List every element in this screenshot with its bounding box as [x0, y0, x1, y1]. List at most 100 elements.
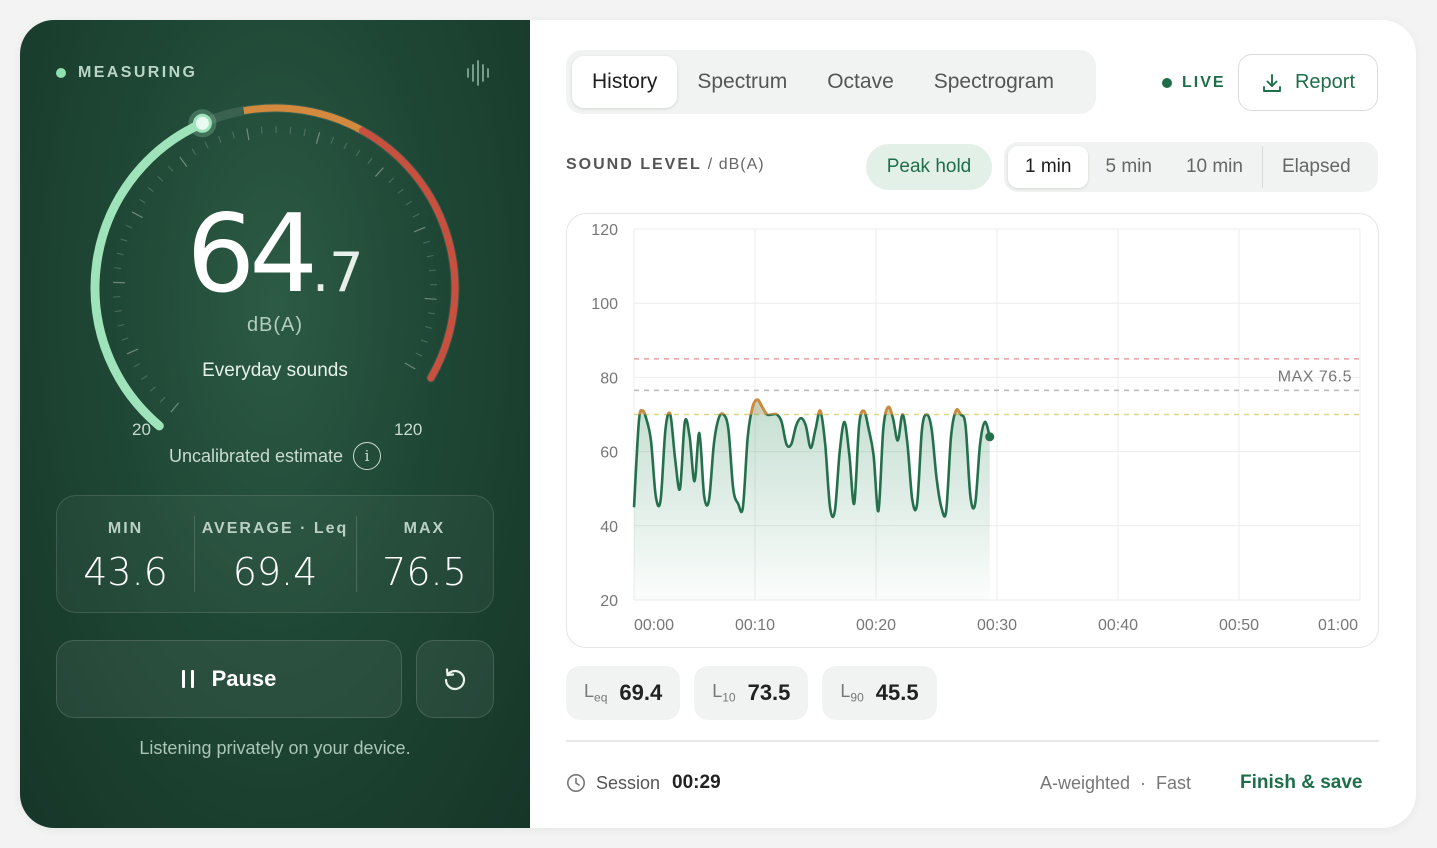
gauge-tick [157, 175, 164, 182]
chip-l90-key: L90 [840, 681, 864, 705]
gauge-tick [231, 131, 235, 139]
pause-button[interactable]: Pause [56, 640, 402, 718]
download-icon [1263, 73, 1281, 92]
reading-integer: 64 [186, 192, 318, 317]
chip-l90-value: 45.5 [875, 680, 919, 705]
range-10-min[interactable]: 10 min [1169, 146, 1260, 188]
gauge-tick [415, 352, 423, 357]
report-button[interactable]: Report [1238, 54, 1378, 111]
gauge-tick [191, 148, 197, 156]
sound-level-label: SOUND LEVEL [566, 156, 702, 173]
current-point [985, 432, 995, 442]
report-label: Report [1294, 71, 1356, 93]
chip-l10-value: 73.5 [747, 680, 791, 705]
y-tick-label: 120 [591, 222, 618, 239]
weighting-mode: A-weighted · Fast [1040, 773, 1192, 793]
gauge-tick [343, 142, 348, 150]
tab-octave[interactable]: Octave [807, 56, 914, 108]
gauge-tick [149, 386, 156, 392]
live-indicator: LIVE [1162, 74, 1226, 92]
x-tick-label: 00:10 [735, 617, 775, 634]
y-tick-label: 40 [600, 519, 618, 536]
chip-leq-value: 69.4 [619, 680, 663, 705]
gauge-tick [260, 126, 263, 134]
stat-max: MAX 76.5 [355, 496, 493, 612]
x-tick-label: 00:50 [1219, 617, 1259, 634]
tab-spectrogram[interactable]: Spectrogram [914, 56, 1074, 108]
tab-spectrum[interactable]: Spectrum [677, 56, 807, 108]
gauge-tick [204, 141, 209, 149]
gauge-tick [121, 337, 129, 341]
stat-max-label: MAX [403, 520, 446, 537]
gauge-tick [315, 132, 321, 144]
chip-leq: Leq 69.4 [566, 666, 681, 720]
chip-leq-key: Leq [584, 681, 608, 705]
stat-max-value: 76.5 [382, 550, 467, 594]
time-range-selector: 1 min 5 min 10 min Elapsed [1004, 142, 1378, 192]
stat-min-label: MIN [107, 520, 144, 537]
gauge-tick [355, 149, 361, 157]
chip-l90: L90 45.5 [822, 666, 937, 720]
history-chart: 120 100 80 60 40 20 00:00 00:10 00:20 00:30 00:40 0… [591, 222, 1361, 634]
meter-panel: MEASURING 64.7 dB(A) Everyday sounds 20 … [20, 20, 530, 828]
info-icon[interactable]: i [353, 442, 382, 470]
finish-save-button[interactable]: Finish & save [1240, 772, 1363, 794]
gauge-tick [217, 135, 222, 143]
gauge-tick [367, 157, 373, 165]
pause-label: Pause [211, 666, 277, 691]
calibration-text: Uncalibrated estimate [168, 445, 344, 466]
gauge-tick [388, 177, 395, 184]
range-elapsed[interactable]: Elapsed [1265, 146, 1368, 188]
y-tick-label: 80 [600, 370, 618, 387]
x-tick-label: 00:30 [977, 617, 1017, 634]
x-tick-label: 00:00 [634, 617, 674, 634]
range-divider [1261, 146, 1263, 188]
chip-l10: L10 73.5 [694, 666, 809, 720]
reading-unit: dB(A) [246, 314, 304, 336]
view-tabs: History Spectrum Octave Spectrogram [566, 50, 1096, 114]
live-dot [1162, 78, 1172, 88]
level-reading: 64.7 [20, 192, 530, 317]
reset-button[interactable] [416, 640, 494, 718]
gauge-tick [374, 167, 384, 177]
clock-icon [567, 774, 585, 792]
peak-hold-toggle[interactable]: Peak hold [866, 144, 992, 190]
gauge-knob [192, 113, 212, 133]
x-tick-label: 00:40 [1098, 617, 1138, 634]
stat-average-value: 69.4 [232, 550, 318, 594]
gauge-tick [330, 136, 335, 144]
reset-icon [444, 668, 466, 691]
gauge-max-label: 120 [394, 420, 423, 439]
gauge-tick [303, 128, 306, 136]
sound-level-title: SOUND LEVEL / dB(A) [566, 156, 765, 174]
privacy-note: Listening privately on your device. [139, 738, 411, 758]
stat-min: MIN 43.6 [57, 496, 194, 612]
range-5-min[interactable]: 5 min [1088, 146, 1168, 188]
chip-l10-key: L10 [712, 681, 736, 705]
stat-min-value: 43.6 [83, 550, 168, 594]
sound-level-unit: / dB(A) [707, 156, 765, 173]
sound-category: Everyday sounds [202, 360, 348, 381]
gauge-tick [420, 339, 428, 343]
session-time: 00:29 [672, 772, 721, 793]
stat-average: AVERAGE · Leq 69.4 [194, 496, 356, 612]
x-tick-label: 01:00 [1318, 617, 1358, 634]
reading-decimal: .7 [311, 241, 364, 304]
tab-history[interactable]: History [572, 56, 678, 108]
x-tick-label: 00:20 [856, 617, 896, 634]
max-reference-label: MAX 76.5 [1278, 368, 1352, 385]
live-label: LIVE [1182, 74, 1226, 91]
session-info: Session 00:29 [566, 772, 721, 794]
pause-icon [181, 670, 194, 688]
y-tick-label: 20 [600, 593, 618, 610]
gauge-tick [159, 396, 166, 403]
calibration-note: Uncalibrated estimate i [20, 442, 530, 470]
y-tick-label: 100 [591, 296, 618, 313]
gauge-tick [170, 402, 180, 413]
gauge-tick [167, 165, 174, 172]
range-1-min[interactable]: 1 min [1008, 146, 1089, 188]
meter-card: MEASURING 64.7 dB(A) Everyday sounds 20 … [20, 20, 1416, 828]
session-label: Session [596, 772, 661, 793]
gauge-tick [246, 128, 250, 141]
gauge-min-label: 20 [132, 420, 151, 439]
